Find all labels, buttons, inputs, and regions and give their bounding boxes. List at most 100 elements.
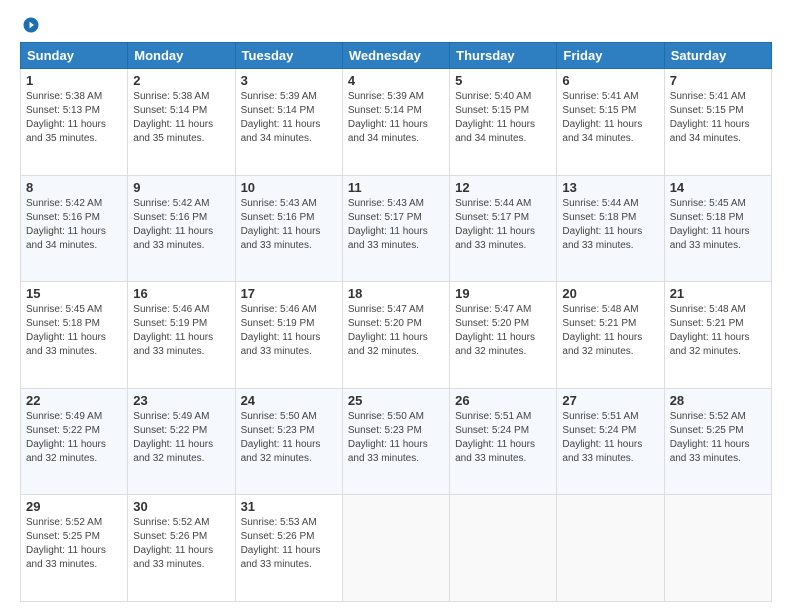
logo-icon	[22, 16, 40, 34]
day-number: 23	[133, 393, 229, 408]
day-number: 5	[455, 73, 551, 88]
calendar-header-friday: Friday	[557, 43, 664, 69]
day-number: 1	[26, 73, 122, 88]
day-info: Sunrise: 5:39 AMSunset: 5:14 PMDaylight:…	[348, 91, 428, 144]
day-number: 2	[133, 73, 229, 88]
day-number: 17	[241, 286, 337, 301]
calendar-cell: 29 Sunrise: 5:52 AMSunset: 5:25 PMDaylig…	[21, 495, 128, 602]
calendar-cell: 17 Sunrise: 5:46 AMSunset: 5:19 PMDaylig…	[235, 282, 342, 389]
calendar-header-thursday: Thursday	[450, 43, 557, 69]
calendar-week-row: 15 Sunrise: 5:45 AMSunset: 5:18 PMDaylig…	[21, 282, 772, 389]
calendar-cell: 16 Sunrise: 5:46 AMSunset: 5:19 PMDaylig…	[128, 282, 235, 389]
day-number: 15	[26, 286, 122, 301]
calendar-cell: 26 Sunrise: 5:51 AMSunset: 5:24 PMDaylig…	[450, 388, 557, 495]
calendar-cell: 14 Sunrise: 5:45 AMSunset: 5:18 PMDaylig…	[664, 175, 771, 282]
day-number: 18	[348, 286, 444, 301]
calendar-week-row: 29 Sunrise: 5:52 AMSunset: 5:25 PMDaylig…	[21, 495, 772, 602]
calendar-cell: 23 Sunrise: 5:49 AMSunset: 5:22 PMDaylig…	[128, 388, 235, 495]
calendar-cell: 4 Sunrise: 5:39 AMSunset: 5:14 PMDayligh…	[342, 69, 449, 176]
day-info: Sunrise: 5:39 AMSunset: 5:14 PMDaylight:…	[241, 91, 321, 144]
calendar-header-row: SundayMondayTuesdayWednesdayThursdayFrid…	[21, 43, 772, 69]
calendar-header-saturday: Saturday	[664, 43, 771, 69]
day-info: Sunrise: 5:50 AMSunset: 5:23 PMDaylight:…	[241, 411, 321, 464]
day-info: Sunrise: 5:52 AMSunset: 5:25 PMDaylight:…	[670, 411, 750, 464]
calendar-cell	[342, 495, 449, 602]
calendar-table: SundayMondayTuesdayWednesdayThursdayFrid…	[20, 42, 772, 602]
day-info: Sunrise: 5:44 AMSunset: 5:17 PMDaylight:…	[455, 198, 535, 251]
day-info: Sunrise: 5:53 AMSunset: 5:26 PMDaylight:…	[241, 517, 321, 570]
day-number: 20	[562, 286, 658, 301]
calendar-week-row: 22 Sunrise: 5:49 AMSunset: 5:22 PMDaylig…	[21, 388, 772, 495]
day-number: 12	[455, 180, 551, 195]
calendar-cell: 9 Sunrise: 5:42 AMSunset: 5:16 PMDayligh…	[128, 175, 235, 282]
calendar-cell: 1 Sunrise: 5:38 AMSunset: 5:13 PMDayligh…	[21, 69, 128, 176]
calendar-cell: 24 Sunrise: 5:50 AMSunset: 5:23 PMDaylig…	[235, 388, 342, 495]
day-number: 24	[241, 393, 337, 408]
calendar-cell	[450, 495, 557, 602]
day-number: 30	[133, 499, 229, 514]
calendar-week-row: 1 Sunrise: 5:38 AMSunset: 5:13 PMDayligh…	[21, 69, 772, 176]
day-number: 27	[562, 393, 658, 408]
day-number: 7	[670, 73, 766, 88]
calendar-cell: 13 Sunrise: 5:44 AMSunset: 5:18 PMDaylig…	[557, 175, 664, 282]
day-number: 10	[241, 180, 337, 195]
day-info: Sunrise: 5:47 AMSunset: 5:20 PMDaylight:…	[348, 304, 428, 357]
logo	[20, 16, 40, 34]
calendar-cell: 21 Sunrise: 5:48 AMSunset: 5:21 PMDaylig…	[664, 282, 771, 389]
day-info: Sunrise: 5:47 AMSunset: 5:20 PMDaylight:…	[455, 304, 535, 357]
day-info: Sunrise: 5:43 AMSunset: 5:16 PMDaylight:…	[241, 198, 321, 251]
calendar-week-row: 8 Sunrise: 5:42 AMSunset: 5:16 PMDayligh…	[21, 175, 772, 282]
day-info: Sunrise: 5:43 AMSunset: 5:17 PMDaylight:…	[348, 198, 428, 251]
calendar-cell: 20 Sunrise: 5:48 AMSunset: 5:21 PMDaylig…	[557, 282, 664, 389]
day-number: 9	[133, 180, 229, 195]
day-info: Sunrise: 5:49 AMSunset: 5:22 PMDaylight:…	[133, 411, 213, 464]
calendar-cell: 11 Sunrise: 5:43 AMSunset: 5:17 PMDaylig…	[342, 175, 449, 282]
day-number: 16	[133, 286, 229, 301]
calendar-cell: 12 Sunrise: 5:44 AMSunset: 5:17 PMDaylig…	[450, 175, 557, 282]
calendar-header-monday: Monday	[128, 43, 235, 69]
calendar-cell: 5 Sunrise: 5:40 AMSunset: 5:15 PMDayligh…	[450, 69, 557, 176]
day-info: Sunrise: 5:42 AMSunset: 5:16 PMDaylight:…	[26, 198, 106, 251]
logo-text	[20, 16, 40, 34]
day-number: 4	[348, 73, 444, 88]
calendar-cell: 31 Sunrise: 5:53 AMSunset: 5:26 PMDaylig…	[235, 495, 342, 602]
day-number: 6	[562, 73, 658, 88]
calendar-cell: 2 Sunrise: 5:38 AMSunset: 5:14 PMDayligh…	[128, 69, 235, 176]
calendar-cell: 8 Sunrise: 5:42 AMSunset: 5:16 PMDayligh…	[21, 175, 128, 282]
day-number: 25	[348, 393, 444, 408]
calendar-header-wednesday: Wednesday	[342, 43, 449, 69]
calendar-cell: 27 Sunrise: 5:51 AMSunset: 5:24 PMDaylig…	[557, 388, 664, 495]
day-info: Sunrise: 5:45 AMSunset: 5:18 PMDaylight:…	[670, 198, 750, 251]
calendar-cell: 18 Sunrise: 5:47 AMSunset: 5:20 PMDaylig…	[342, 282, 449, 389]
day-info: Sunrise: 5:40 AMSunset: 5:15 PMDaylight:…	[455, 91, 535, 144]
calendar-cell: 7 Sunrise: 5:41 AMSunset: 5:15 PMDayligh…	[664, 69, 771, 176]
calendar-header-tuesday: Tuesday	[235, 43, 342, 69]
day-info: Sunrise: 5:38 AMSunset: 5:14 PMDaylight:…	[133, 91, 213, 144]
day-number: 13	[562, 180, 658, 195]
day-info: Sunrise: 5:48 AMSunset: 5:21 PMDaylight:…	[562, 304, 642, 357]
day-info: Sunrise: 5:41 AMSunset: 5:15 PMDaylight:…	[562, 91, 642, 144]
day-info: Sunrise: 5:48 AMSunset: 5:21 PMDaylight:…	[670, 304, 750, 357]
calendar-cell: 6 Sunrise: 5:41 AMSunset: 5:15 PMDayligh…	[557, 69, 664, 176]
day-number: 28	[670, 393, 766, 408]
calendar-cell	[557, 495, 664, 602]
calendar-cell: 3 Sunrise: 5:39 AMSunset: 5:14 PMDayligh…	[235, 69, 342, 176]
calendar-cell	[664, 495, 771, 602]
day-info: Sunrise: 5:49 AMSunset: 5:22 PMDaylight:…	[26, 411, 106, 464]
day-number: 29	[26, 499, 122, 514]
day-number: 3	[241, 73, 337, 88]
day-number: 22	[26, 393, 122, 408]
day-number: 31	[241, 499, 337, 514]
day-info: Sunrise: 5:52 AMSunset: 5:26 PMDaylight:…	[133, 517, 213, 570]
day-number: 19	[455, 286, 551, 301]
day-number: 21	[670, 286, 766, 301]
header	[20, 16, 772, 34]
day-number: 26	[455, 393, 551, 408]
calendar-cell: 15 Sunrise: 5:45 AMSunset: 5:18 PMDaylig…	[21, 282, 128, 389]
calendar-cell: 30 Sunrise: 5:52 AMSunset: 5:26 PMDaylig…	[128, 495, 235, 602]
calendar-header-sunday: Sunday	[21, 43, 128, 69]
day-info: Sunrise: 5:41 AMSunset: 5:15 PMDaylight:…	[670, 91, 750, 144]
calendar-cell: 22 Sunrise: 5:49 AMSunset: 5:22 PMDaylig…	[21, 388, 128, 495]
calendar-cell: 19 Sunrise: 5:47 AMSunset: 5:20 PMDaylig…	[450, 282, 557, 389]
day-number: 14	[670, 180, 766, 195]
